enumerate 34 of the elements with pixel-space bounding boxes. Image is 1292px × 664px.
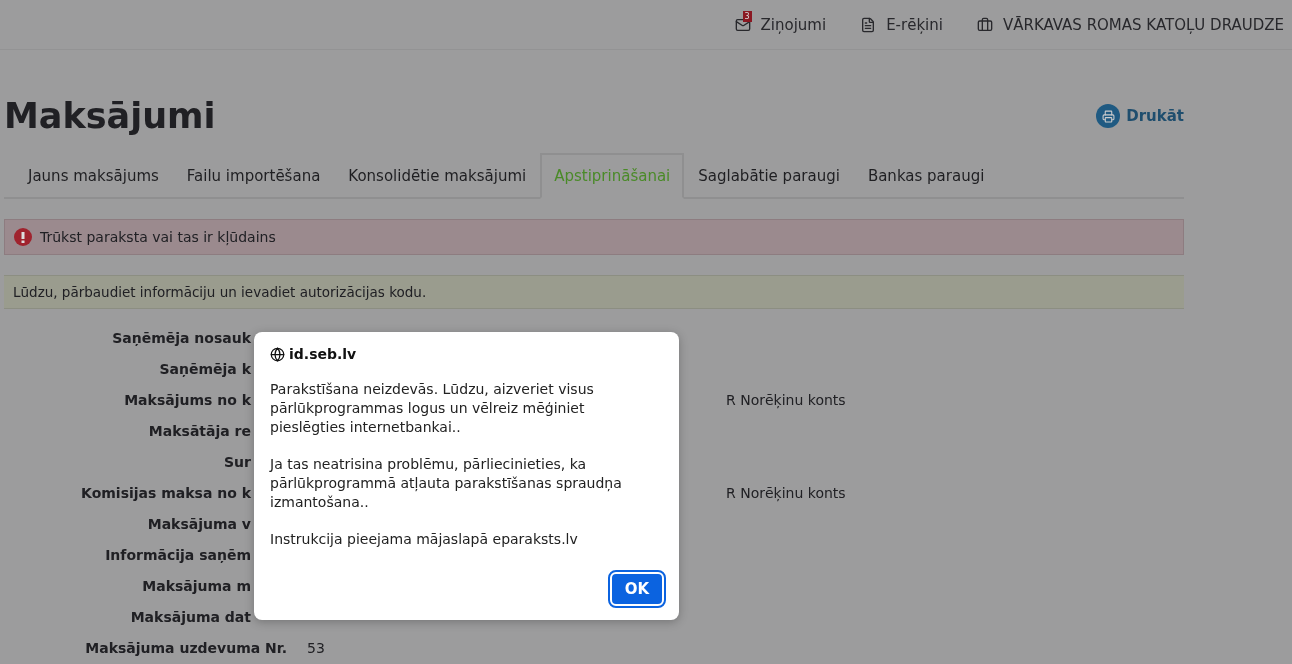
dialog-message: Parakstīšana neizdevās. Lūdzu, aizveriet visus pārlūkprogrammas logus un vēlreiz mēģiniet pieslēgties internetbankai.. <box>270 380 595 437</box>
tab[interactable]: Bankas paraugi <box>853 153 999 199</box>
dialog-origin: id.seb.lv <box>289 346 357 362</box>
field-label: Maksājuma v <box>147 515 251 534</box>
ok-button[interactable]: OK <box>610 572 664 606</box>
field-label: Maksājuma m <box>142 577 251 596</box>
field-value: 53 <box>306 639 326 658</box>
field-label: Maksātāja re <box>148 422 251 441</box>
header-link[interactable]: VĀRKAVAS ROMAS KATOĻU DRAUDZE <box>976 15 1284 34</box>
count-badge: 3 <box>742 10 752 22</box>
field-label: Saņēmēja k <box>159 360 251 379</box>
dialog-message: Ja tas neatrisina problēmu, pārliecinieties, ka pārlūkprogrammā atļauta parakstīšanas spraudņa izmantošana.. <box>270 455 623 512</box>
field-label: Informācija saņēm <box>105 546 251 565</box>
field-label: Sur <box>224 453 251 472</box>
field-label: Maksājuma dat <box>130 608 251 627</box>
page-title: Maksājumi <box>4 96 216 136</box>
field-label: Maksājuma uzdevuma Nr. <box>85 639 287 658</box>
print-link[interactable]: Drukāt <box>1096 104 1184 128</box>
tab[interactable]: Saglabātie paraugi <box>684 153 854 199</box>
field-label: Maksājums no k <box>124 391 251 410</box>
header-link[interactable]: E-rēķini <box>860 15 943 34</box>
globe-icon <box>270 346 285 362</box>
tab[interactable]: Jauns maksājums <box>14 153 173 199</box>
field-value: R Norēķinu konts <box>725 484 847 504</box>
field-label: Komisijas maksa no k <box>81 484 251 503</box>
field-value: R Norēķinu konts <box>725 391 847 411</box>
info-banner: Lūdzu, pārbaudiet informāciju un ievadiet autorizācijas kodu. <box>4 275 1184 309</box>
printer-icon <box>1096 104 1121 128</box>
error-message: Trūkst paraksta vai tas ir kļūdains <box>40 229 276 245</box>
error-icon <box>14 228 32 246</box>
dialog-message: Instrukcija pieejama mājaslapā eparaksts.lv <box>270 530 579 549</box>
tab[interactable]: Failu importēšana <box>172 153 335 199</box>
field-label: Saņēmēja nosauk <box>112 329 251 348</box>
tab[interactable]: Konsolidētie maksājumi <box>334 153 541 199</box>
